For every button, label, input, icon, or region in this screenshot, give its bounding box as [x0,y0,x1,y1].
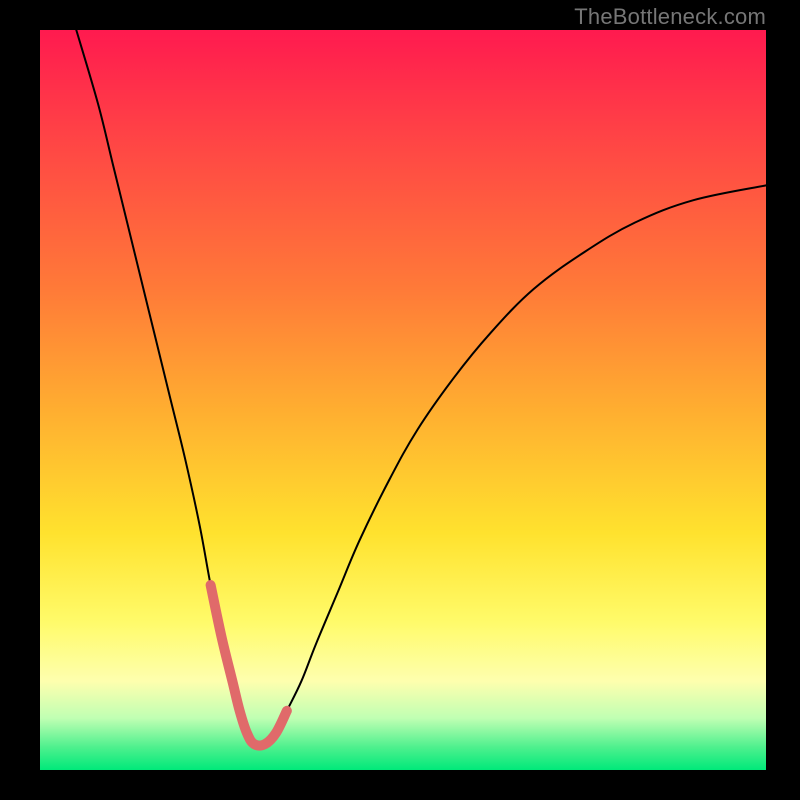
chart-frame: TheBottleneck.com [0,0,800,800]
curve-layer [40,30,766,770]
watermark-text: TheBottleneck.com [574,4,766,30]
plot-area [40,30,766,770]
series-trough-highlight [211,585,287,746]
series-curve [76,30,766,746]
